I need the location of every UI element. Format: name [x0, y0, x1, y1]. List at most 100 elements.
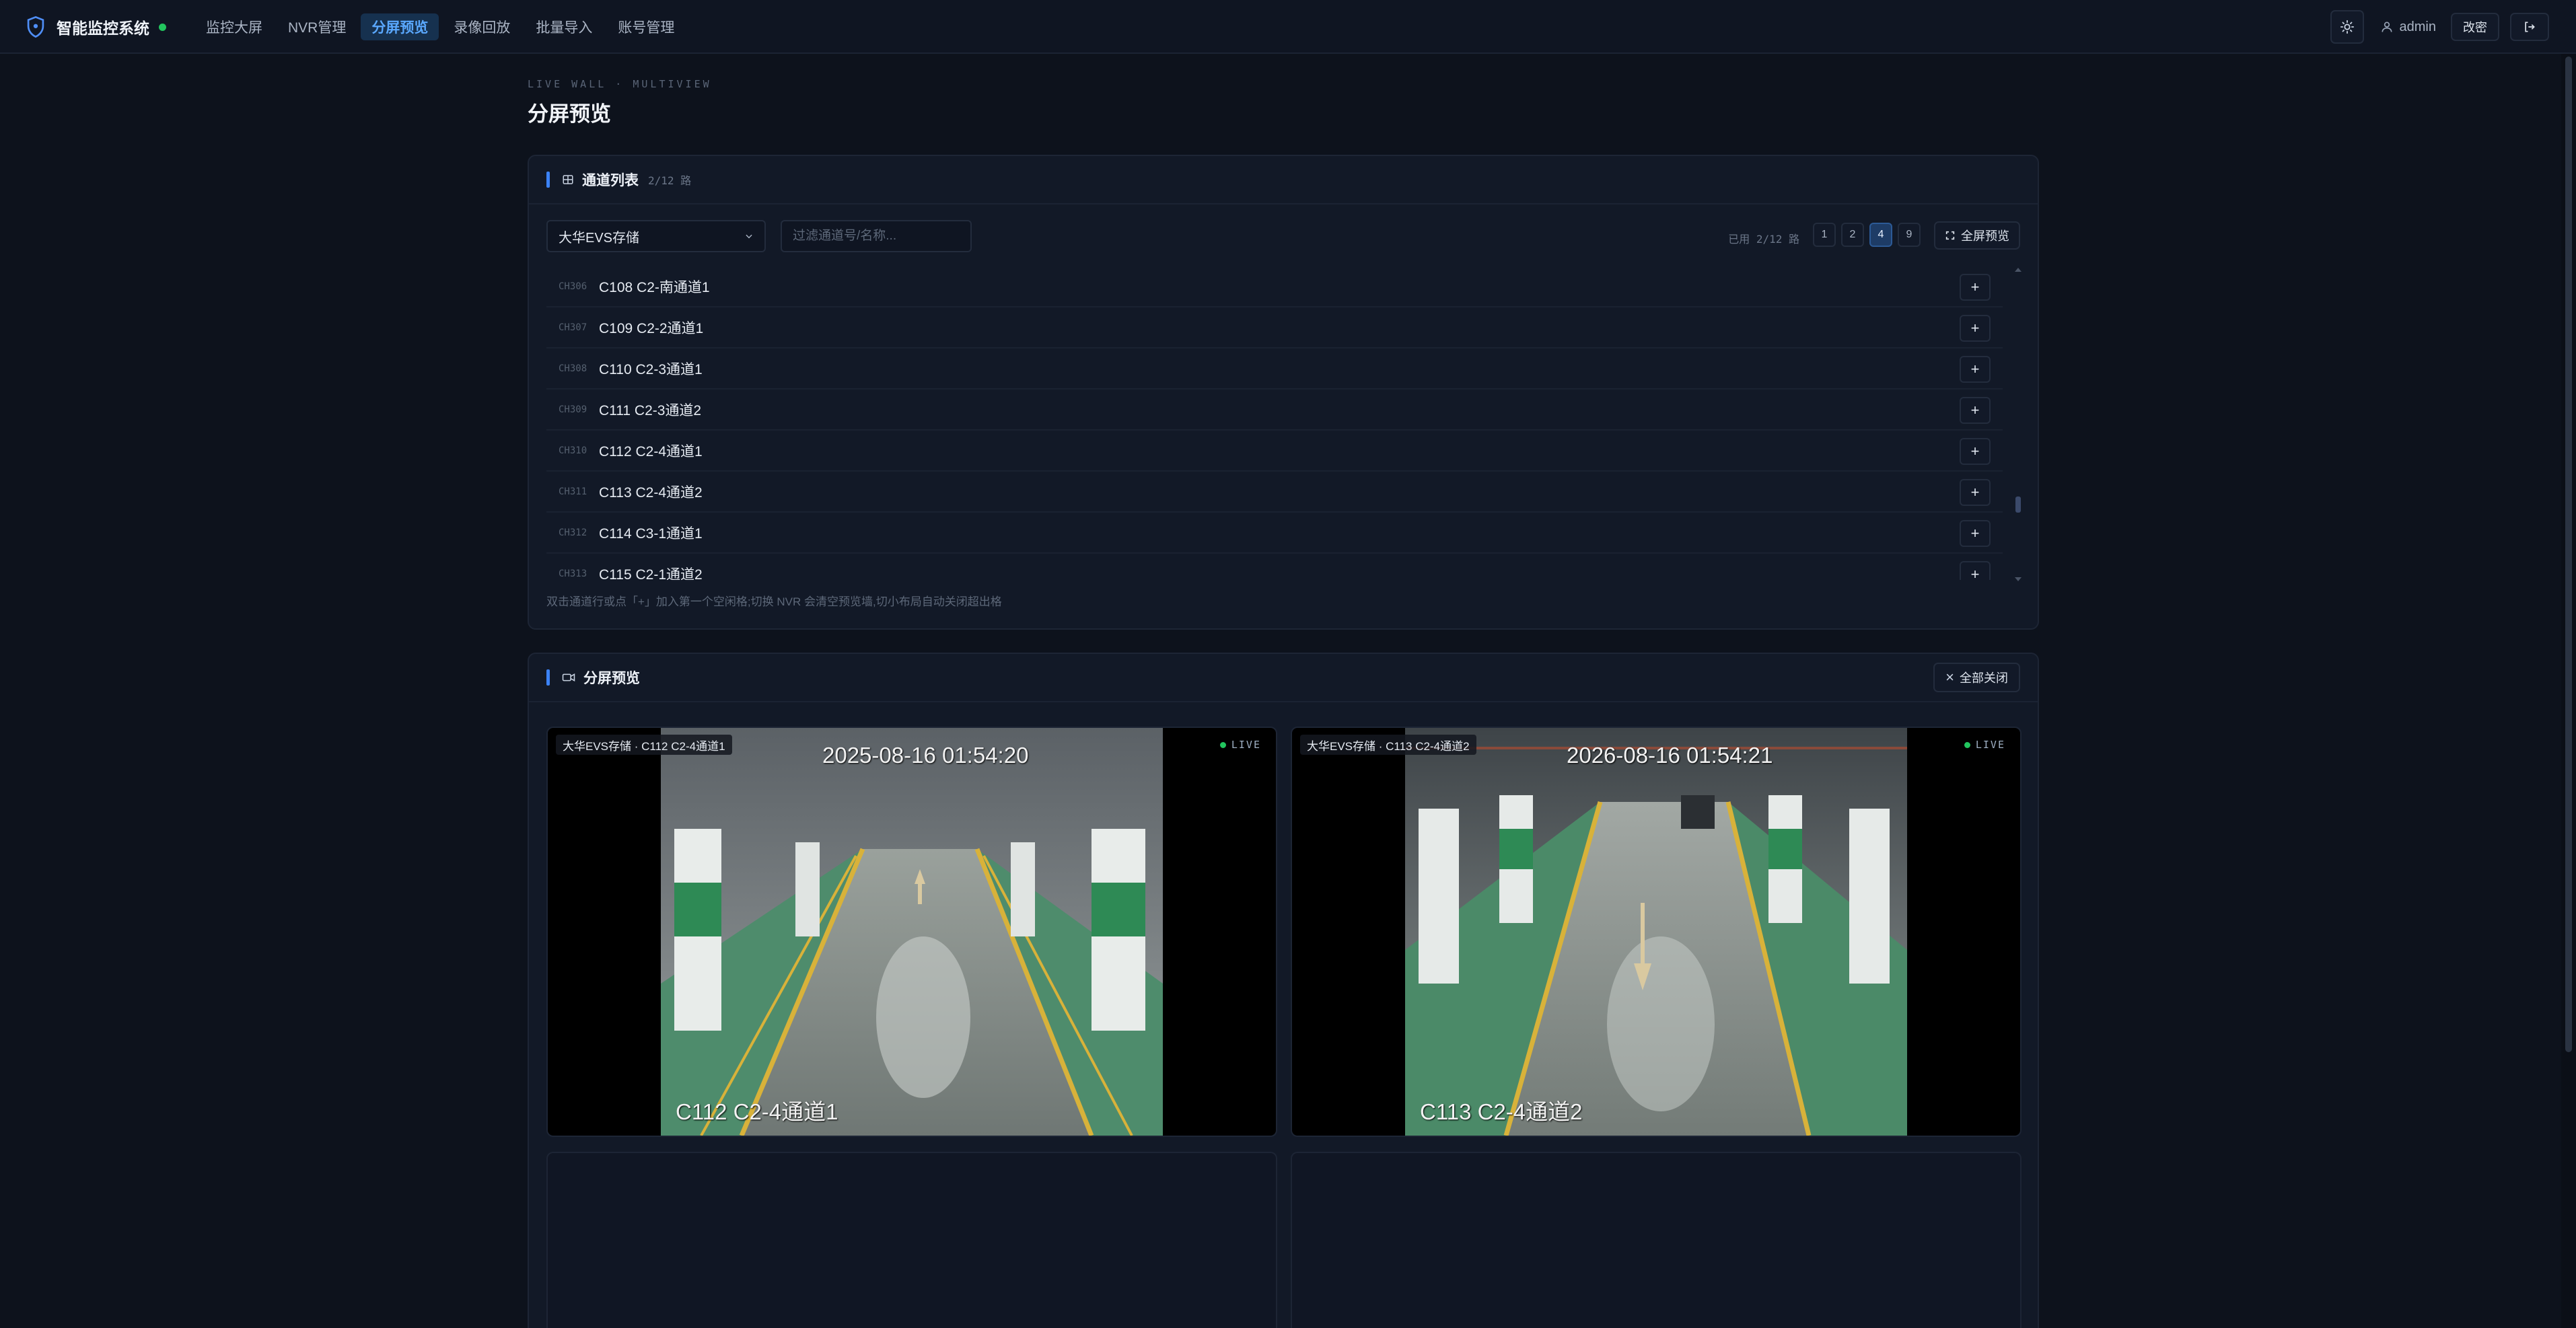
layout-4-button[interactable]: 4	[1869, 223, 1892, 247]
live-badge: LIVE	[1219, 739, 1261, 751]
channel-number: CH307	[559, 322, 587, 333]
nav-item-multiview[interactable]: 分屏预览	[361, 13, 439, 40]
app-title: 智能监控系统	[57, 20, 149, 37]
channel-hint: 双击通道行或点「+」加入第一个空闲格;切换 NVR 会清空预览墙,切小布局自动关…	[546, 595, 1002, 608]
channel-list-scrollbar[interactable]	[2013, 266, 2023, 583]
nav-item-playback[interactable]: 录像回放	[443, 13, 521, 40]
nav-item-accounts[interactable]: 账号管理	[607, 13, 685, 40]
add-channel-button[interactable]: +	[1960, 438, 1991, 465]
osd-timestamp: 2025-08-16 01:54:20	[822, 743, 1029, 768]
channel-number: CH311	[559, 486, 587, 497]
channel-number: CH309	[559, 404, 587, 415]
camera-feed	[661, 728, 1163, 1136]
live-label: LIVE	[1231, 739, 1261, 751]
empty-preview-slot[interactable]	[546, 1152, 1277, 1328]
sun-icon	[2340, 20, 2354, 34]
fullscreen-label: 全屏预览	[1961, 229, 2009, 243]
used-channels-count: 已用 2/12 路	[1728, 233, 1799, 246]
channel-list-card: 通道列表 2/12 路 大华EVS存储 已用 2/12 路 1 2 4 9 全屏…	[528, 155, 2039, 630]
logout-icon	[2525, 22, 2535, 32]
preview-tile[interactable]: 大华EVS存储 · C113 C2-4通道2 LIVE 2026-08-16 0…	[1291, 727, 2022, 1137]
page-header: LIVE WALL · MULTIVIEW 分屏预览	[528, 78, 2039, 127]
page-scrollbar-thumb[interactable]	[2565, 57, 2572, 1052]
layout-9-button[interactable]: 9	[1898, 223, 1921, 247]
add-channel-button[interactable]: +	[1960, 274, 1991, 301]
channel-row[interactable]: CH312 C114 C3-1通道1 +	[546, 513, 2003, 554]
chevron-down-icon	[746, 234, 752, 239]
osd-channel-name: C112 C2-4通道1	[676, 1099, 838, 1124]
tile-label: 大华EVS存储 · C113 C2-4通道2	[1300, 735, 1476, 755]
channel-number: CH308	[559, 363, 587, 374]
osd-timestamp: 2026-08-16 01:54:21	[1567, 743, 1773, 768]
fullscreen-preview-button[interactable]: 全屏预览	[1934, 221, 2020, 250]
empty-preview-slot[interactable]	[1291, 1152, 2022, 1328]
add-channel-button[interactable]: +	[1960, 397, 1991, 424]
accent-bar	[546, 172, 550, 188]
channel-toolbar: 大华EVS存储 已用 2/12 路 1 2 4 9 全屏预览	[529, 205, 2038, 261]
user-icon	[2382, 22, 2392, 32]
channel-number: CH312	[559, 527, 587, 538]
channel-name: C111 C2-3通道2	[599, 402, 702, 418]
add-channel-button[interactable]: +	[1960, 315, 1991, 342]
live-badge: LIVE	[1964, 739, 2005, 751]
camera-icon	[562, 673, 575, 681]
scroll-down-icon[interactable]	[2015, 577, 2022, 581]
fullscreen-icon	[1945, 231, 1955, 240]
nav-item-nvr[interactable]: NVR管理	[277, 13, 357, 40]
channel-name: C115 C2-1通道2	[599, 566, 703, 581]
channel-filter-input[interactable]	[781, 220, 972, 252]
channel-name: C109 C2-2通道1	[599, 320, 704, 336]
channel-row[interactable]: CH309 C111 C2-3通道2 +	[546, 390, 2003, 431]
layout-selector: 1 2 4 9	[1813, 223, 1921, 247]
top-bar: 智能监控系统 监控大屏 NVR管理 分屏预览 录像回放 批量导入 账号管理 ad…	[0, 0, 2576, 54]
channel-number: CH306	[559, 281, 587, 292]
theme-toggle-button[interactable]	[2330, 10, 2364, 44]
layout-2-button[interactable]: 2	[1841, 223, 1864, 247]
channel-number: CH313	[559, 568, 587, 579]
channel-card-header: 通道列表 2/12 路	[529, 156, 2038, 205]
add-channel-button[interactable]: +	[1960, 356, 1991, 383]
nav-item-import[interactable]: 批量导入	[525, 13, 603, 40]
channel-card-title: 通道列表	[582, 173, 639, 188]
channel-name: C113 C2-4通道2	[599, 484, 703, 501]
logout-button[interactable]	[2510, 13, 2549, 41]
main-nav: 监控大屏 NVR管理 分屏预览 录像回放 批量导入 账号管理	[195, 13, 685, 40]
channel-row[interactable]: CH310 C112 C2-4通道1 +	[546, 431, 2003, 472]
add-channel-button[interactable]: +	[1960, 561, 1991, 580]
nav-item-dashboard[interactable]: 监控大屏	[195, 13, 273, 40]
channel-name: C108 C2-南通道1	[599, 279, 710, 295]
channel-row[interactable]: CH313 C115 C2-1通道2 +	[546, 554, 2003, 580]
user-menu[interactable]: admin	[2380, 20, 2436, 35]
page-title: 分屏预览	[528, 102, 611, 126]
nvr-select[interactable]: 大华EVS存储	[546, 220, 766, 252]
channel-number: CH310	[559, 445, 587, 456]
channel-list-scroll-thumb[interactable]	[2015, 496, 2021, 513]
channel-name: C112 C2-4通道1	[599, 443, 703, 459]
live-dot	[1964, 741, 1970, 748]
preview-card: 分屏预览 × 全部关闭 大华EVS存储 · C112 C2-4通道1 LIVE …	[528, 653, 2039, 1328]
camera-feed	[1405, 728, 1907, 1136]
username: admin	[2399, 19, 2436, 34]
channel-row[interactable]: CH311 C113 C2-4通道2 +	[546, 472, 2003, 513]
change-password-button[interactable]: 改密	[2451, 13, 2499, 41]
add-channel-button[interactable]: +	[1960, 520, 1991, 547]
shield-icon	[27, 15, 44, 38]
layout-1-button[interactable]: 1	[1813, 223, 1836, 247]
channel-row[interactable]: CH306 C108 C2-南通道1 +	[546, 266, 2003, 307]
live-label: LIVE	[1975, 739, 2005, 751]
add-channel-button[interactable]: +	[1960, 479, 1991, 506]
brand[interactable]: 智能监控系统	[26, 15, 166, 39]
list-icon	[563, 175, 573, 184]
header-actions: admin 改密	[2330, 10, 2549, 44]
preview-card-title: 分屏预览	[583, 671, 640, 686]
scroll-up-icon[interactable]	[2015, 268, 2022, 272]
status-dot	[159, 23, 166, 31]
nvr-select-value: 大华EVS存储	[559, 230, 640, 246]
preview-tile[interactable]: 大华EVS存储 · C112 C2-4通道1 LIVE 2025-08-16 0…	[546, 727, 1277, 1137]
channel-count: 2/12 路	[648, 174, 692, 187]
live-dot	[1219, 741, 1226, 748]
channel-list: CH306 C108 C2-南通道1 + CH307 C109 C2-2通道1 …	[546, 266, 2003, 580]
channel-row[interactable]: CH308 C110 C2-3通道1 +	[546, 348, 2003, 390]
channel-row[interactable]: CH307 C109 C2-2通道1 +	[546, 307, 2003, 348]
close-all-button[interactable]: × 全部关闭	[1933, 663, 2020, 692]
